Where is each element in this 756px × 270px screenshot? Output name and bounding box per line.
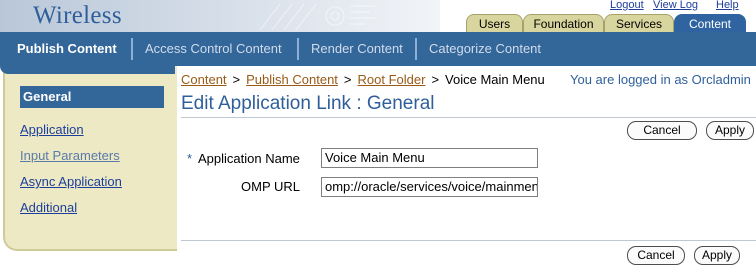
application-name-label: Application Name	[198, 151, 300, 166]
subtab-render-content[interactable]: Render Content	[311, 32, 403, 66]
header-brand-area: Wireless	[0, 0, 440, 34]
view-log-link[interactable]: View Log	[653, 0, 698, 11]
subtab-separator	[415, 38, 417, 60]
apply-button-top[interactable]: Apply	[706, 121, 754, 140]
subtab-categorize-content[interactable]: Categorize Content	[429, 32, 541, 66]
subtab-access-control-content[interactable]: Access Control Content	[145, 32, 282, 66]
breadcrumb-link-publish-content[interactable]: Publish Content	[246, 72, 338, 87]
breadcrumb-separator: >	[343, 72, 352, 87]
tab-services[interactable]: Services	[604, 14, 674, 33]
decorative-pattern-icon	[259, 3, 375, 31]
logout-link[interactable]: Logout	[610, 0, 644, 11]
breadcrumb-separator: >	[431, 72, 440, 87]
help-link[interactable]: Help	[716, 0, 739, 11]
tab-content[interactable]: Content	[674, 14, 746, 33]
bottom-divider	[181, 240, 756, 241]
subtab-separator	[297, 38, 299, 60]
sidebar-item-async-application[interactable]: Async Application	[20, 174, 122, 189]
global-links: Logout View Log Help	[595, 0, 756, 12]
apply-button-bottom[interactable]: Apply	[694, 246, 740, 265]
cancel-button-top[interactable]: Cancel	[627, 121, 697, 140]
sidebar-item-label: General	[23, 89, 72, 104]
app-brand: Wireless	[33, 2, 122, 29]
subtab-publish-content[interactable]: Publish Content	[17, 32, 117, 66]
application-name-field[interactable]: Voice Main Menu	[321, 148, 538, 168]
subtab-separator	[131, 38, 133, 60]
cancel-button-bottom[interactable]: Cancel	[627, 246, 685, 265]
sidebar-top-curve	[0, 66, 175, 74]
tab-foundation[interactable]: Foundation	[523, 14, 604, 33]
subnav-bar: Publish Content Access Control Content R…	[0, 32, 756, 66]
login-status: You are logged in as Orcladmin	[570, 72, 751, 87]
omp-url-label: OMP URL	[241, 179, 300, 194]
sidebar-item-general[interactable]: General	[20, 86, 164, 108]
breadcrumb-link-content[interactable]: Content	[181, 72, 227, 87]
breadcrumb-separator: >	[232, 72, 241, 87]
required-indicator: *	[187, 151, 193, 166]
sidebar-item-input-parameters[interactable]: Input Parameters	[20, 148, 120, 163]
omp-url-field[interactable]: omp://oracle/services/voice/mainmenu	[321, 177, 538, 197]
breadcrumb-link-root-folder[interactable]: Root Folder	[358, 72, 426, 87]
title-divider	[181, 117, 756, 118]
page-title: Edit Application Link : General	[181, 93, 435, 114]
sidebar-item-application[interactable]: Application	[20, 122, 84, 137]
sidebar-item-additional[interactable]: Additional	[20, 200, 77, 215]
breadcrumb-current: Voice Main Menu	[445, 72, 545, 87]
breadcrumb: Content > Publish Content > Root Folder > Voic…	[181, 72, 545, 87]
tab-users[interactable]: Users	[466, 14, 523, 33]
sidebar: General Application Input Parameters Asy…	[3, 66, 177, 251]
